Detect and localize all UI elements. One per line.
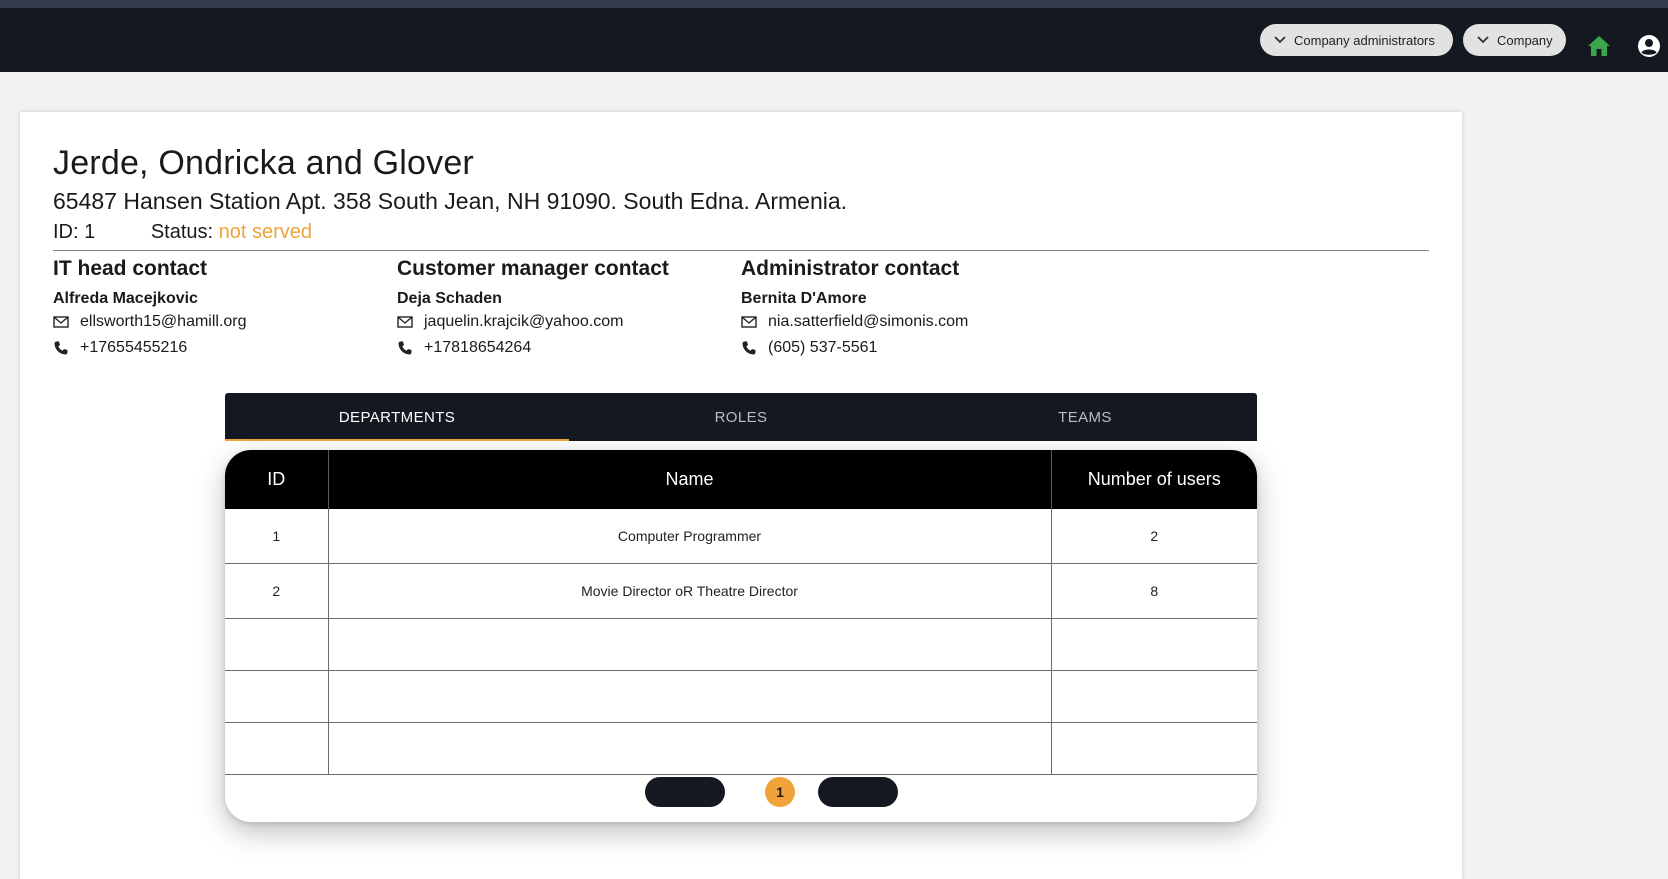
- contact-email[interactable]: jaquelin.krajcik@yahoo.com: [424, 309, 623, 335]
- column-header-id[interactable]: ID: [225, 450, 329, 509]
- contact-email-row: nia.satterfield@simonis.com: [741, 309, 1071, 335]
- customer-manager-contact: Customer manager contact Deja Schaden ja…: [397, 255, 727, 361]
- cell-id: 1: [225, 509, 329, 564]
- contact-title: Customer manager contact: [397, 257, 669, 280]
- status-value: not served: [218, 221, 313, 243]
- contact-name: Bernita D'Amore: [741, 290, 867, 307]
- contact-phone-row: (605) 537-5561: [741, 335, 1071, 361]
- cell-id: 2: [225, 563, 329, 619]
- dropdown-label: Company administrators: [1294, 32, 1435, 48]
- cell-name: Computer Programmer: [328, 509, 1052, 564]
- contact-phone-row: +17818654264: [397, 335, 727, 361]
- mail-icon: [397, 316, 413, 328]
- tab-roles[interactable]: ROLES: [569, 393, 913, 441]
- phone-icon: [742, 341, 756, 355]
- contact-phone[interactable]: (605) 537-5561: [768, 335, 877, 361]
- administrator-contact: Administrator contact Bernita D'Amore ni…: [741, 255, 1071, 361]
- chevron-down-icon: [1477, 36, 1489, 44]
- previous-page-button[interactable]: [645, 777, 725, 807]
- contact-phone-row: +17655455216: [53, 335, 383, 361]
- chevron-down-icon: [1274, 36, 1286, 44]
- company-address: 65487 Hansen Station Apt. 358 South Jean…: [53, 188, 848, 214]
- top-navbar: Company administrators Company: [0, 8, 1668, 72]
- table-header-row: ID Name Number of users: [225, 450, 1257, 509]
- company-meta: ID: 1 Status: not served: [53, 221, 312, 244]
- home-icon[interactable]: [1587, 35, 1611, 57]
- contact-title: IT head contact: [53, 257, 208, 280]
- mail-icon: [741, 316, 757, 328]
- current-page-indicator[interactable]: 1: [765, 777, 795, 807]
- departments-table-panel: ID Name Number of users 1 Computer Progr…: [225, 450, 1257, 822]
- column-header-name[interactable]: Name: [328, 450, 1052, 509]
- contact-name: Alfreda Macejkovic: [53, 290, 198, 307]
- dropdown-label: Company: [1497, 32, 1553, 48]
- company-name: Jerde, Ondricka and Glover: [53, 144, 474, 182]
- contact-phone[interactable]: +17655455216: [80, 335, 187, 361]
- company-details-card: Jerde, Ondricka and Glover 65487 Hansen …: [20, 112, 1462, 879]
- status-label: Status:: [150, 221, 214, 243]
- tab-departments[interactable]: DEPARTMENTS: [225, 393, 569, 441]
- id-label: ID:: [53, 221, 79, 243]
- id-value: 1: [84, 221, 96, 243]
- company-administrators-dropdown[interactable]: Company administrators: [1260, 24, 1453, 56]
- empty-table-row: [225, 722, 1257, 775]
- divider: [53, 250, 1429, 251]
- phone-icon: [54, 341, 68, 355]
- tab-bar: DEPARTMENTS ROLES TEAMS: [225, 393, 1257, 441]
- contact-email-row: ellsworth15@hamill.org: [53, 309, 383, 335]
- cell-users: 8: [1051, 563, 1257, 619]
- table-row[interactable]: 1 Computer Programmer 2: [225, 509, 1257, 564]
- phone-icon: [398, 341, 412, 355]
- cell-name: Movie Director oR Theatre Director: [328, 563, 1052, 619]
- contact-title: Administrator contact: [741, 257, 960, 280]
- tab-teams[interactable]: TEAMS: [913, 393, 1257, 441]
- mail-icon: [53, 316, 69, 328]
- contact-phone[interactable]: +17818654264: [424, 335, 531, 361]
- next-page-button[interactable]: [818, 777, 898, 807]
- account-circle-icon[interactable]: [1637, 34, 1661, 58]
- contact-email-row: jaquelin.krajcik@yahoo.com: [397, 309, 727, 335]
- company-dropdown[interactable]: Company: [1463, 24, 1566, 56]
- contact-email[interactable]: ellsworth15@hamill.org: [80, 309, 247, 335]
- cell-users: 2: [1051, 509, 1257, 564]
- column-header-users[interactable]: Number of users: [1051, 450, 1257, 509]
- contact-email[interactable]: nia.satterfield@simonis.com: [768, 309, 968, 335]
- pagination: 1: [225, 777, 1257, 807]
- empty-table-row: [225, 670, 1257, 723]
- table-row[interactable]: 2 Movie Director oR Theatre Director 8: [225, 563, 1257, 619]
- departments-table: ID Name Number of users 1 Computer Progr…: [225, 450, 1257, 775]
- top-strip: [0, 0, 1668, 8]
- contact-name: Deja Schaden: [397, 290, 502, 307]
- it-head-contact: IT head contact Alfreda Macejkovic ellsw…: [53, 255, 383, 361]
- empty-table-row: [225, 618, 1257, 671]
